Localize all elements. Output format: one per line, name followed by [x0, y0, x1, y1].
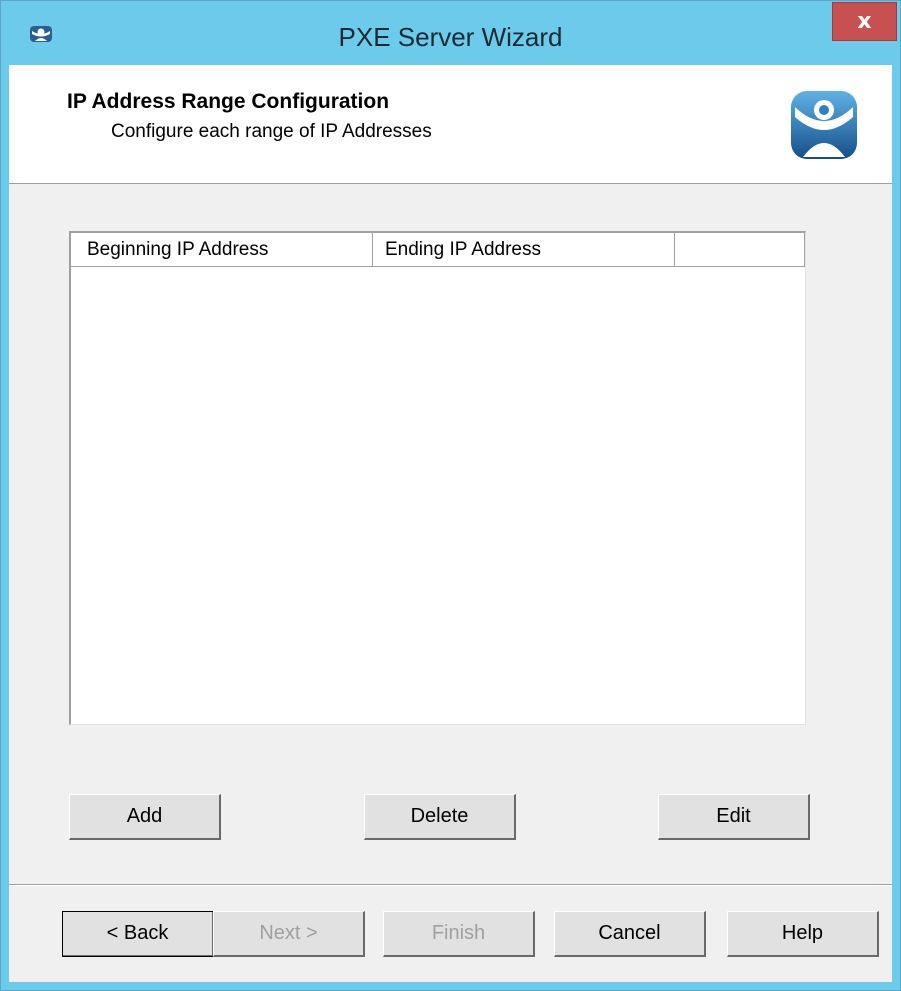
- next-button[interactable]: Next >: [213, 911, 365, 957]
- ip-range-list[interactable]: Beginning IP Address Ending IP Address: [69, 231, 806, 725]
- column-header-empty[interactable]: [675, 233, 805, 266]
- add-button[interactable]: Add: [69, 794, 221, 840]
- delete-button[interactable]: Delete: [364, 794, 516, 840]
- column-header-beginning-ip[interactable]: Beginning IP Address: [71, 233, 373, 266]
- wizard-window: PXE Server Wizard x IP Address Range Con…: [0, 0, 901, 991]
- edit-button[interactable]: Edit: [658, 794, 810, 840]
- cancel-button[interactable]: Cancel: [554, 911, 706, 957]
- column-header-ending-ip[interactable]: Ending IP Address: [373, 233, 675, 266]
- help-button[interactable]: Help: [727, 911, 879, 957]
- wizard-header: IP Address Range Configuration Configure…: [9, 65, 892, 184]
- finish-button[interactable]: Finish: [383, 911, 535, 957]
- page-title: IP Address Range Configuration: [67, 90, 390, 113]
- page-subtitle: Configure each range of IP Addresses: [111, 121, 432, 142]
- footer-divider: [9, 884, 892, 886]
- close-button[interactable]: x: [832, 2, 897, 41]
- wizard-client-area: IP Address Range Configuration Configure…: [9, 65, 892, 982]
- list-header: Beginning IP Address Ending IP Address: [71, 233, 805, 267]
- back-button[interactable]: < Back: [62, 911, 214, 957]
- thinmanager-logo-icon: [791, 91, 857, 159]
- title-bar[interactable]: PXE Server Wizard x: [1, 1, 900, 65]
- window-title: PXE Server Wizard: [338, 22, 563, 52]
